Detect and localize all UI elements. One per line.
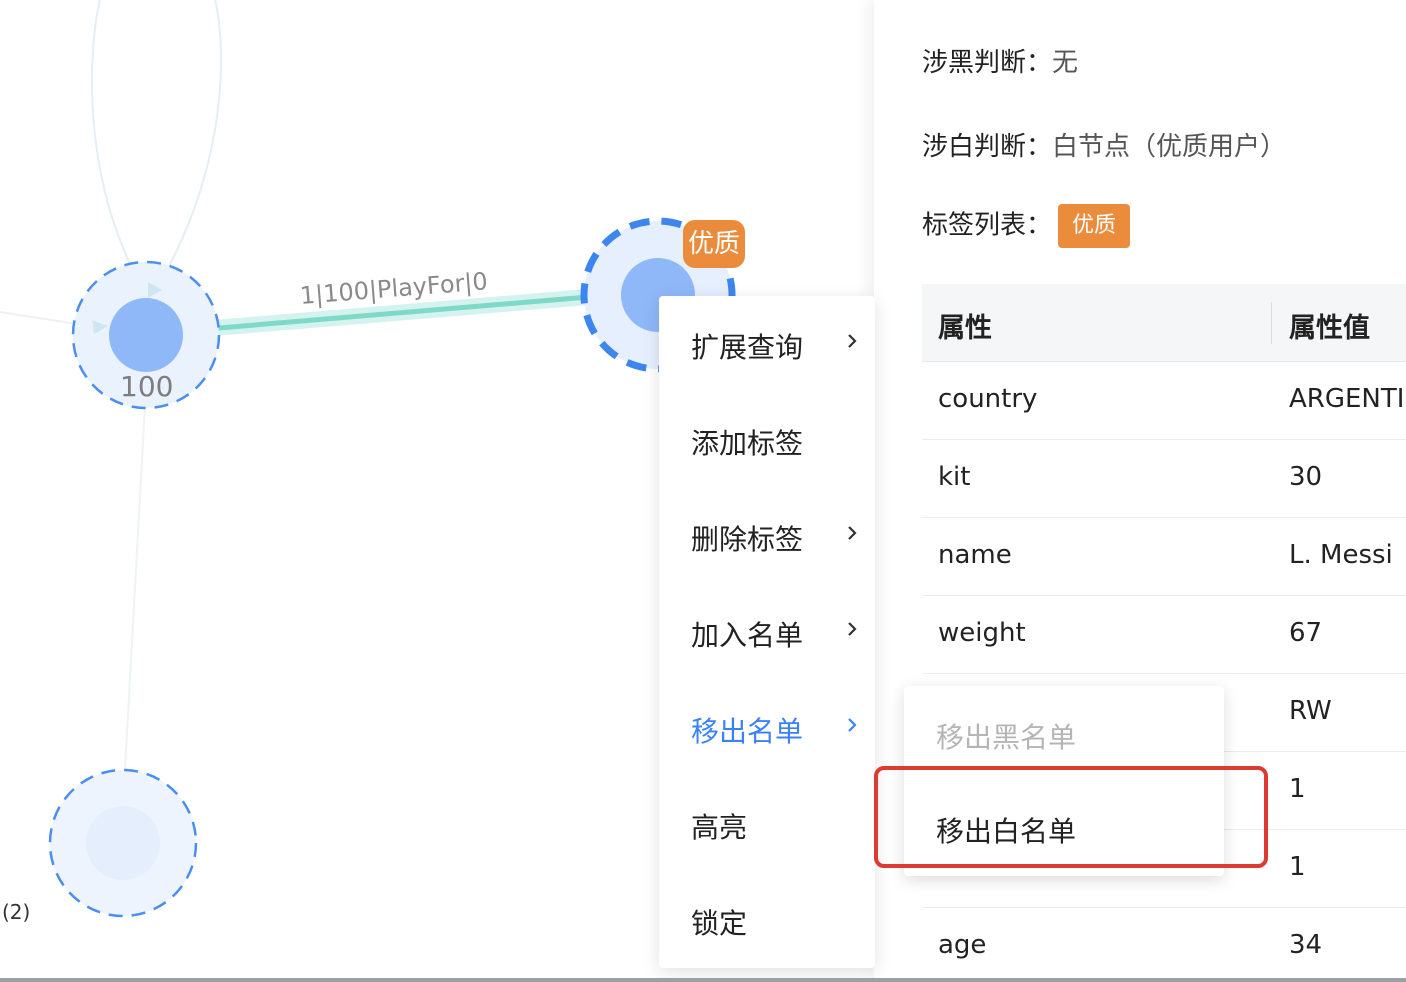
row-value: ARGENTI [1289,384,1405,414]
menu-item-add-to-list[interactable]: 加入名单 [659,584,875,680]
row-value: 30 [1289,462,1323,492]
menu-item-add-tag[interactable]: 添加标签 [659,392,875,488]
table-row: weight 67 [922,596,1406,674]
menu-item-label: 移出名单 [691,715,804,748]
menu-item-highlight[interactable]: 高亮 [659,776,875,872]
tag-chip[interactable]: 优质 [1058,204,1131,248]
row-value: L. Messi [1289,540,1393,570]
chevron-right-icon [848,334,857,348]
white-judgement-label: 涉白判断： [922,132,1053,162]
table-row: country ARGENTI [922,362,1406,440]
row-value: 67 [1289,618,1323,648]
menu-item-remove-from-list[interactable]: 移出名单 [659,680,875,776]
menu-item-label: 锁定 [691,907,748,940]
menu-item-label: 扩展查询 [691,331,804,364]
menu-item-remove-tag[interactable]: 删除标签 [659,488,875,584]
menu-item-label: 添加标签 [691,427,804,460]
faint-edge-down [124,404,146,771]
table-row: age 34 [922,908,1406,978]
node-tag-badge: 优质 [683,220,745,268]
chevron-right-icon [848,622,857,636]
header-attribute[interactable]: 属性 [938,306,992,345]
node-bottom[interactable] [86,806,160,880]
remove-from-list-submenu: 移出黑名单 移出白名单 [904,686,1224,876]
row-key: age [938,930,987,960]
attribute-table-header: 属性 属性值 [922,284,1406,362]
row-value: 34 [1289,930,1323,960]
row-key: kit [938,462,971,492]
black-judgement-row: 涉黑判断：无 [922,42,1078,79]
table-row: name L. Messi [922,518,1406,596]
chevron-right-icon [848,718,857,732]
menu-item-expand-query[interactable]: 扩展查询 [659,296,875,392]
menu-item-label: 删除标签 [691,523,804,556]
menu-item-lock[interactable]: 锁定 [659,872,875,968]
node-count-label: (2) [2,900,31,924]
row-value: 1 [1289,774,1306,804]
black-judgement-value: 无 [1052,48,1079,78]
table-row: kit 30 [922,440,1406,518]
tag-list-label: 标签列表： [922,210,1053,241]
row-value: 1 [1289,852,1306,882]
node-context-menu: 扩展查询 添加标签 删除标签 加入名单 移出名单 高亮 锁定 [659,296,875,968]
row-key: name [938,540,1012,570]
menu-item-label: 加入名单 [691,619,804,652]
black-judgement-label: 涉黑判断： [922,48,1053,78]
node-left-label: 100 [120,370,174,403]
node-left[interactable] [109,298,183,372]
submenu-item-remove-whitelist[interactable]: 移出白名单 [936,810,1076,850]
loop-edge [90,0,222,269]
row-value: RW [1289,696,1332,726]
menu-item-label: 高亮 [691,811,748,844]
header-divider [1271,302,1272,344]
header-value[interactable]: 属性值 [1289,306,1370,345]
tag-list-row: 标签列表： 优质 [922,204,1131,248]
chevron-right-icon [848,526,857,540]
row-key: country [938,384,1038,414]
white-judgement-value: 白节点（优质用户） [1052,132,1287,162]
submenu-item-remove-blacklist: 移出黑名单 [936,721,1077,754]
bottom-scrollbar[interactable] [0,978,1406,982]
row-key: weight [938,618,1026,648]
white-judgement-row: 涉白判断：白节点（优质用户） [922,126,1286,163]
